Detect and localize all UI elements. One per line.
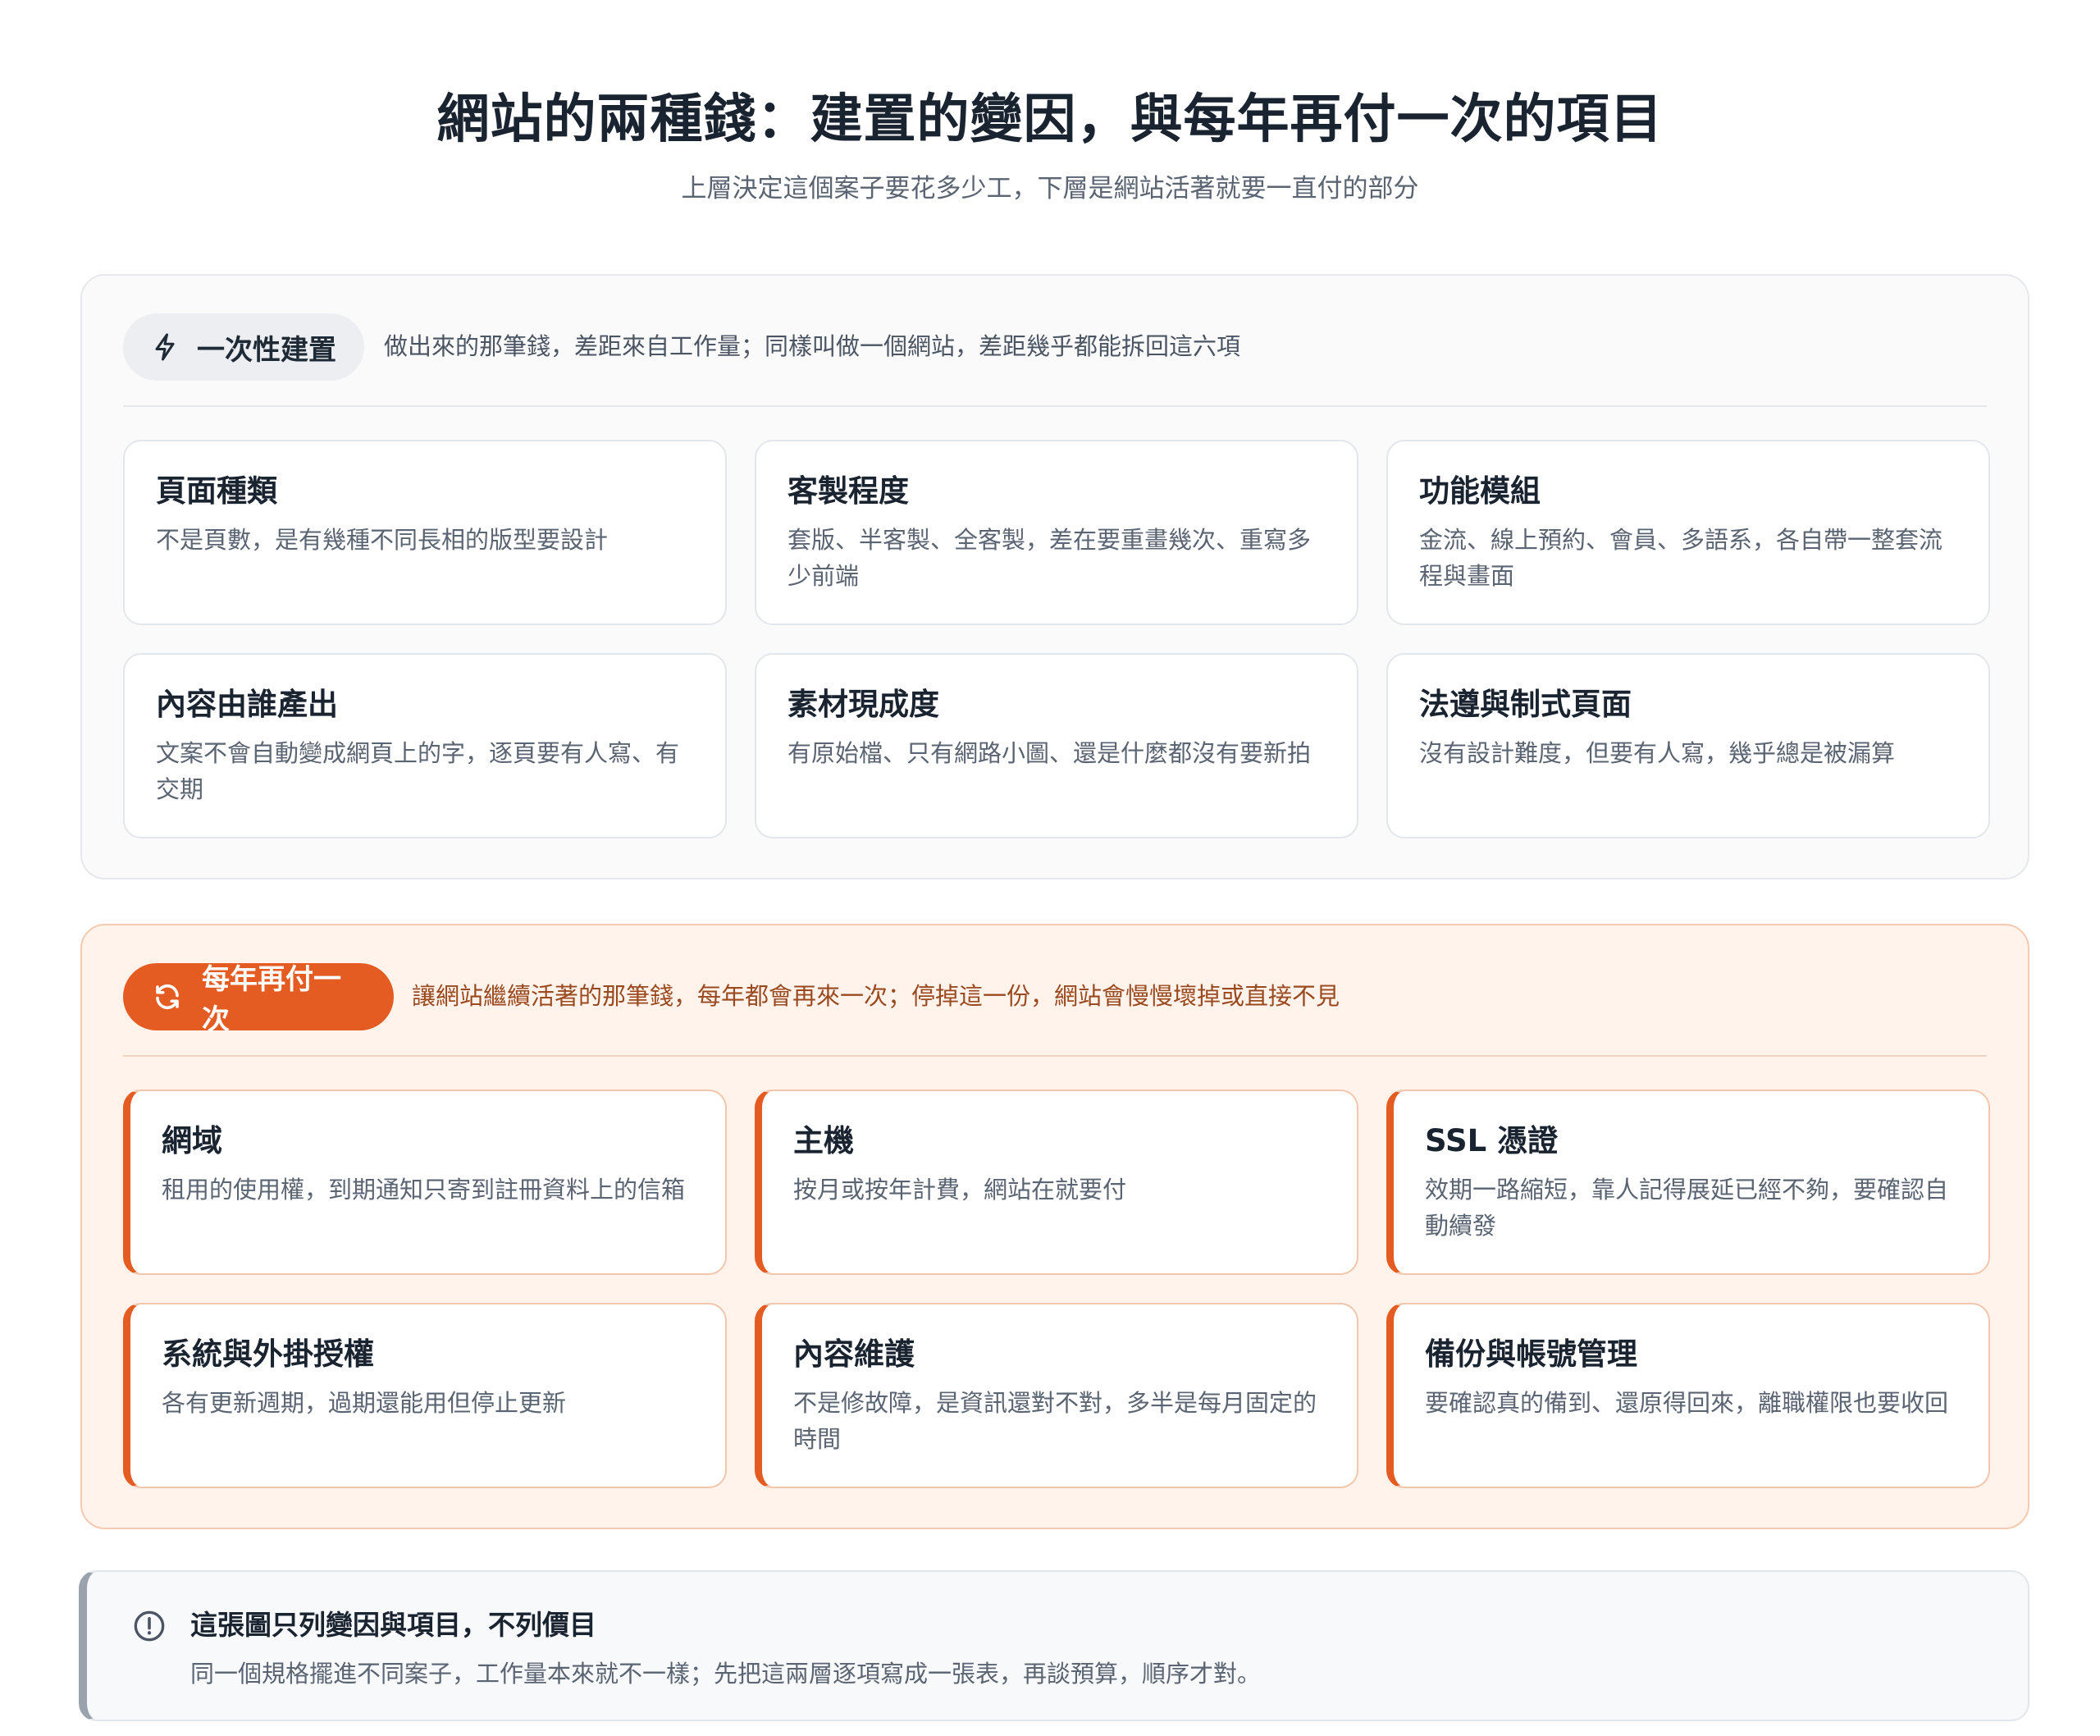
build-description: 做出來的那筆錢，差距來自工作量；同樣叫做一個網站，差距幾乎都能拆回這六項 (384, 332, 1241, 360)
yearly-card-hosting: 主機 按月或按年計費，網站在就要付 (755, 1090, 1358, 1275)
footnote-title: 這張圖只列變因與項目，不列價目 (190, 1609, 596, 1641)
footnote-text: 同一個規格擺進不同案子，工作量本來就不一樣；先把這兩層逐項寫成一張表，再談預算，… (190, 1660, 1262, 1688)
build-card-customization: 客製程度 套版、半客製、全客製，差在要重畫幾次、重寫多少前端 (755, 440, 1358, 625)
build-label-pill: 一次性建置 (123, 313, 364, 381)
card-desc: 不是修故障，是資訊還對不對，多半是每月固定的時間 (793, 1389, 1317, 1453)
card-desc: 沒有設計難度，但要有人寫，幾乎總是被漏算 (1419, 739, 1896, 767)
yearly-label: 每年再付一次 (202, 963, 341, 1036)
page: 網站的兩種錢：建置的變因，與每年再付一次的項目 上層決定這個案子要花多少工，下層… (0, 0, 2100, 1736)
card-title: 系統與外掛授權 (162, 1336, 374, 1372)
card-desc: 租用的使用權，到期通知只寄到註冊資料上的信箱 (162, 1176, 686, 1204)
card-desc: 有原始檔、只有網路小圖、還是什麼都沒有要新拍 (788, 739, 1312, 767)
build-label: 一次性建置 (197, 333, 336, 367)
yearly-card-ssl: SSL 憑證 效期一路縮短，靠人記得展延已經不夠，要確認自動續發 (1386, 1090, 1990, 1275)
card-desc: 金流、線上預約、會員、多語系，各自帶一整套流程與畫面 (1419, 526, 1943, 590)
card-desc: 不是頁數，是有幾種不同長相的版型要設計 (156, 526, 609, 554)
yearly-divider (123, 1055, 1987, 1057)
card-title: 素材現成度 (788, 687, 939, 722)
card-title: 客製程度 (788, 473, 909, 509)
yearly-card-content-maintenance: 內容維護 不是修故障，是資訊還對不對，多半是每月固定的時間 (755, 1303, 1358, 1488)
build-divider (123, 405, 1987, 407)
refresh-icon (156, 984, 179, 1010)
card-title: 內容由誰產出 (156, 687, 338, 722)
card-title: 頁面種類 (156, 473, 277, 509)
lightning-icon (155, 333, 175, 361)
page-subtitle: 上層決定這個案子要花多少工，下層是網站活著就要一直付的部分 (681, 174, 1419, 203)
build-card-page-types: 頁面種類 不是頁數，是有幾種不同長相的版型要設計 (123, 440, 727, 625)
card-title: 內容維護 (793, 1336, 915, 1372)
card-title: 網域 (162, 1123, 222, 1158)
build-panel: 一次性建置 做出來的那筆錢，差距來自工作量；同樣叫做一個網站，差距幾乎都能拆回這… (80, 274, 2029, 879)
card-desc: 文案不會自動變成網頁上的字，逐頁要有人寫、有交期 (156, 739, 680, 803)
card-desc: 套版、半客製、全客製，差在要重畫幾次、重寫多少前端 (788, 526, 1312, 590)
card-title: 法遵與制式頁面 (1419, 687, 1632, 722)
build-card-assets: 素材現成度 有原始檔、只有網路小圖、還是什麼都沒有要新拍 (755, 653, 1358, 838)
build-card-content-author: 內容由誰產出 文案不會自動變成網頁上的字，逐頁要有人寫、有交期 (123, 653, 727, 838)
yearly-panel: 每年再付一次 讓網站繼續活著的那筆錢，每年都會再來一次；停掉這一份，網站會慢慢壞… (80, 924, 2029, 1529)
card-title: 備份與帳號管理 (1425, 1336, 1637, 1372)
yearly-card-backup: 備份與帳號管理 要確認真的備到、還原得回來，離職權限也要收回 (1386, 1303, 1990, 1488)
card-title: 主機 (793, 1123, 854, 1158)
alert-circle-icon (134, 1610, 165, 1642)
yearly-card-domain: 網域 租用的使用權，到期通知只寄到註冊資料上的信箱 (123, 1090, 727, 1275)
yearly-card-licenses: 系統與外掛授權 各有更新週期，過期還能用但停止更新 (123, 1303, 727, 1488)
card-title: SSL 憑證 (1425, 1123, 1559, 1158)
card-desc: 按月或按年計費，網站在就要付 (793, 1176, 1127, 1204)
yearly-label-pill: 每年再付一次 (123, 963, 394, 1036)
card-desc: 要確認真的備到、還原得回來，離職權限也要收回 (1425, 1389, 1949, 1417)
page-title: 網站的兩種錢：建置的變因，與每年再付一次的項目 (436, 89, 1664, 150)
yearly-description: 讓網站繼續活著的那筆錢，每年都會再來一次；停掉這一份，網站會慢慢壞掉或直接不見 (412, 982, 1340, 1010)
card-desc: 效期一路縮短，靠人記得展延已經不夠，要確認自動續發 (1425, 1176, 1949, 1240)
build-card-compliance: 法遵與制式頁面 沒有設計難度，但要有人寫，幾乎總是被漏算 (1386, 653, 1990, 838)
build-card-modules: 功能模組 金流、線上預約、會員、多語系，各自帶一整套流程與畫面 (1386, 440, 1990, 625)
card-desc: 各有更新週期，過期還能用但停止更新 (162, 1389, 567, 1417)
card-title: 功能模組 (1419, 473, 1541, 509)
footnote-callout: 這張圖只列變因與項目，不列價目 同一個規格擺進不同案子，工作量本來就不一樣；先把… (79, 1570, 2029, 1721)
